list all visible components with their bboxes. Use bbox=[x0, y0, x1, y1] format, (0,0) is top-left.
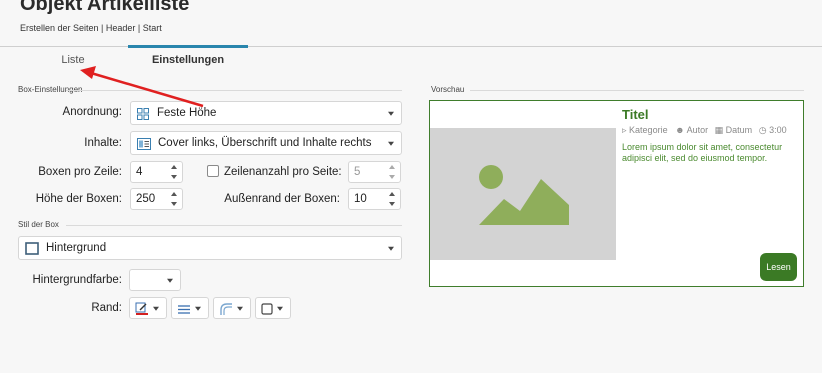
border-sides-button[interactable] bbox=[255, 297, 291, 319]
tab-active-indicator bbox=[128, 45, 248, 48]
meta-kategorie: Kategorie bbox=[629, 125, 668, 135]
zeilenanzahl-checkbox[interactable] bbox=[207, 165, 219, 177]
box-style-value: Hintergrund bbox=[46, 242, 107, 254]
preview-title: Titel bbox=[622, 107, 649, 122]
line-style-icon bbox=[178, 305, 190, 314]
spinner-arrows-icon[interactable] bbox=[388, 165, 396, 179]
grid-layout-icon bbox=[137, 108, 149, 120]
hintergrundfarbe-picker[interactable] bbox=[129, 269, 181, 291]
aussenrand-label: Außenrand der Boxen: bbox=[224, 193, 340, 205]
anordnung-select[interactable]: Feste Höhe bbox=[130, 101, 402, 125]
border-box-icon bbox=[261, 303, 273, 315]
bookmark-icon: ▹ bbox=[622, 125, 627, 135]
spinner-arrows-icon[interactable] bbox=[170, 192, 178, 206]
meta-autor: Autor bbox=[686, 125, 709, 135]
box-style-select[interactable]: Hintergrund bbox=[18, 236, 402, 260]
image-placeholder-icon bbox=[479, 165, 569, 225]
section-label-box-style: Stil der Box bbox=[18, 220, 59, 229]
section-label-preview: Vorschau bbox=[431, 85, 465, 94]
meta-zeit: 3:00 bbox=[769, 125, 787, 135]
meta-datum: Datum bbox=[725, 125, 753, 135]
user-icon: ☻ bbox=[675, 125, 685, 135]
preview-text: Lorem ipsum dolor sit amet, consectetur … bbox=[622, 142, 783, 163]
zeilenanzahl-value: 5 bbox=[354, 166, 361, 178]
lesen-button[interactable]: Lesen bbox=[760, 253, 797, 281]
hoehe-label: Höhe der Boxen: bbox=[35, 193, 122, 205]
border-style-button[interactable] bbox=[171, 297, 209, 319]
section-divider bbox=[470, 90, 804, 91]
section-divider bbox=[66, 225, 402, 226]
chevron-down-icon bbox=[277, 306, 283, 311]
chevron-down-icon bbox=[388, 141, 394, 146]
border-color-button[interactable] bbox=[129, 297, 167, 319]
chevron-down-icon bbox=[153, 306, 159, 311]
border-radius-button[interactable] bbox=[213, 297, 251, 319]
hintergrundfarbe-label: Hintergrundfarbe: bbox=[32, 274, 123, 286]
cover-left-layout-icon bbox=[137, 138, 151, 150]
chevron-down-icon bbox=[388, 246, 394, 251]
chevron-down-icon bbox=[237, 306, 243, 311]
calendar-icon: ▦ bbox=[714, 125, 724, 135]
inhalte-value: Cover links, Überschrift und Inhalte rec… bbox=[158, 137, 372, 149]
tab-divider bbox=[0, 46, 822, 47]
boxen-pro-zeile-label: Boxen pro Zeile: bbox=[38, 166, 122, 178]
boxen-pro-zeile-stepper[interactable]: 4 bbox=[130, 161, 183, 183]
chevron-down-icon bbox=[167, 278, 173, 283]
preview-meta: ▹ Kategorie ☻ Autor ▦ Datum ◷ 3:00 bbox=[622, 125, 787, 136]
aussenrand-value: 10 bbox=[354, 193, 367, 205]
hoehe-value: 250 bbox=[136, 193, 156, 205]
corner-radius-icon bbox=[220, 303, 232, 315]
spinner-arrows-icon[interactable] bbox=[170, 165, 178, 179]
clock-icon: ◷ bbox=[758, 125, 767, 135]
aussenrand-stepper[interactable]: 10 bbox=[348, 188, 401, 210]
zeilenanzahl-label: Zeilenanzahl pro Seite: bbox=[224, 166, 342, 178]
page-title: Objekt Artikelliste bbox=[20, 0, 190, 15]
spinner-arrows-icon[interactable] bbox=[388, 192, 396, 206]
preview-box: Titel ▹ Kategorie ☻ Autor ▦ Datum ◷ 3:00… bbox=[429, 100, 804, 287]
chevron-down-icon bbox=[388, 111, 394, 116]
tab-liste[interactable]: Liste bbox=[28, 54, 118, 66]
anordnung-label: Anordnung: bbox=[62, 106, 122, 118]
box-background-icon bbox=[25, 242, 39, 255]
inhalte-label: Inhalte: bbox=[84, 137, 122, 149]
zeilenanzahl-stepper[interactable]: 5 bbox=[348, 161, 401, 183]
chevron-down-icon bbox=[195, 306, 201, 311]
section-divider bbox=[66, 90, 402, 91]
boxen-pro-zeile-value: 4 bbox=[136, 166, 143, 178]
anordnung-value: Feste Höhe bbox=[157, 107, 217, 119]
breadcrumb: Erstellen der Seiten | Header | Start bbox=[20, 23, 162, 33]
tab-einstellungen[interactable]: Einstellungen bbox=[128, 54, 248, 66]
rand-label: Rand: bbox=[91, 302, 122, 314]
inhalte-select[interactable]: Cover links, Überschrift und Inhalte rec… bbox=[130, 131, 402, 155]
hoehe-stepper[interactable]: 250 bbox=[130, 188, 183, 210]
cover-image bbox=[430, 128, 616, 260]
pen-color-icon bbox=[135, 302, 148, 315]
